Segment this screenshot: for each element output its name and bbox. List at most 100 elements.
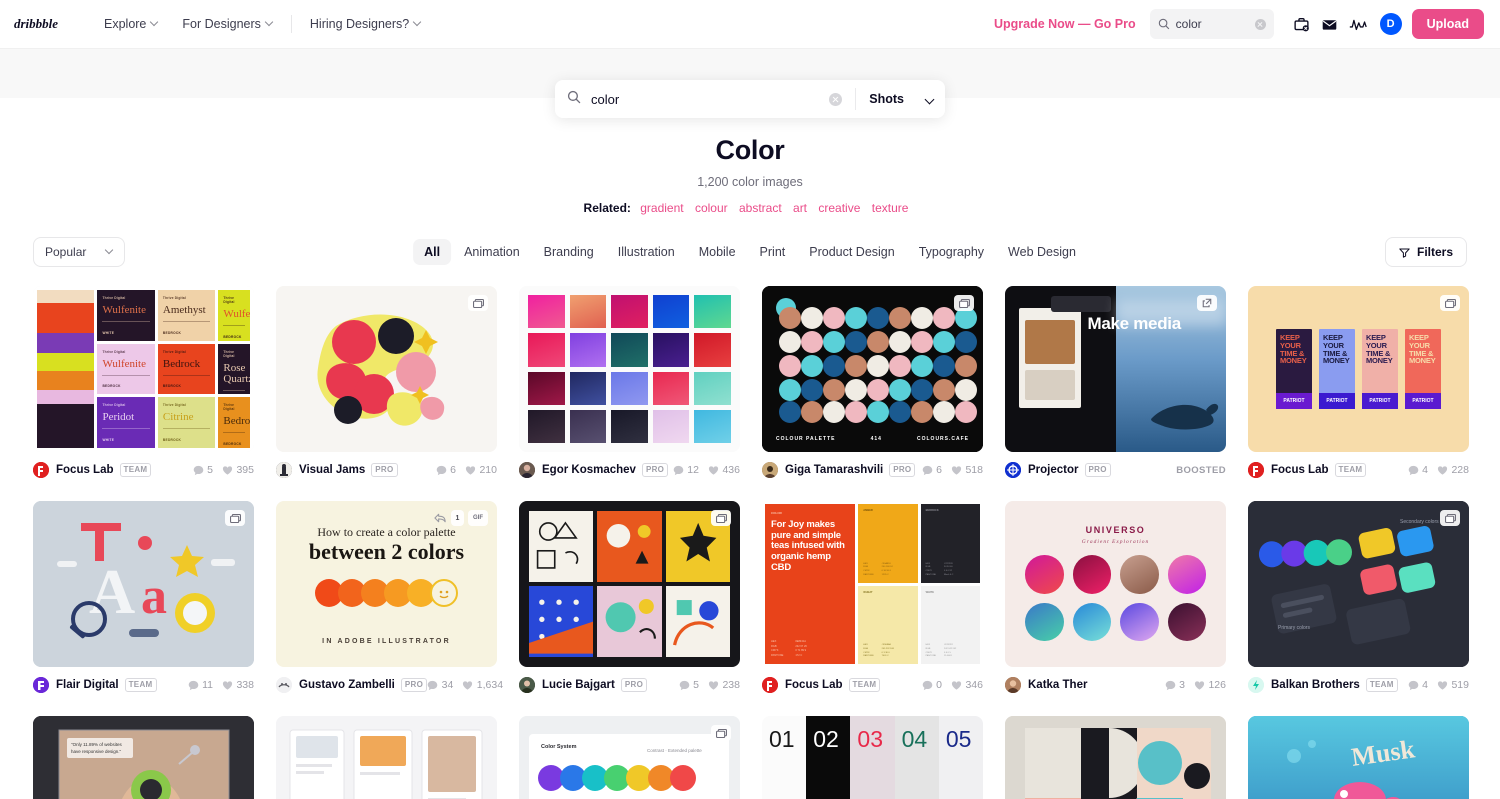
- header-search-clear-icon[interactable]: [1254, 18, 1266, 30]
- poster-footer: PATRIOT: [1276, 393, 1312, 409]
- shot-thumbnail[interactable]: Color System Contrast · Extended palette: [519, 716, 740, 799]
- upload-button[interactable]: Upload: [1411, 9, 1484, 39]
- whale-illustration: [1151, 403, 1219, 430]
- swatch-tag: BEDROCK: [162, 437, 182, 442]
- shot-thumbnail[interactable]: Musk: [1248, 716, 1469, 799]
- briefcase-icon[interactable]: [1288, 12, 1316, 36]
- dribbble-logo[interactable]: dribbble: [14, 13, 74, 35]
- activity-icon[interactable]: [1344, 12, 1372, 36]
- tab-animation[interactable]: Animation: [453, 239, 531, 265]
- artist-name[interactable]: Gustavo Zambelli: [299, 679, 395, 691]
- avatar[interactable]: [33, 462, 49, 478]
- tab-typography[interactable]: Typography: [908, 239, 995, 265]
- shot-thumbnail[interactable]: [276, 716, 497, 799]
- artist-name[interactable]: Giga Tamarashvili: [785, 464, 883, 476]
- nav-explore[interactable]: Explore: [92, 11, 170, 37]
- artist-name[interactable]: Focus Lab: [785, 679, 843, 691]
- related-tag-gradient[interactable]: gradient: [640, 201, 683, 215]
- shot-thumbnail[interactable]: Thrive Digital Wulfenite WHITE Thrive Di…: [33, 286, 254, 452]
- tab-product-design[interactable]: Product Design: [798, 239, 905, 265]
- comment-stat: 12: [673, 464, 699, 476]
- shot-thumbnail[interactable]: Secondary colors Primary colors: [1248, 501, 1469, 667]
- universo-title: UNIVERSO: [1085, 525, 1146, 535]
- artist-name[interactable]: Visual Jams: [299, 464, 365, 476]
- comment-count: 6: [936, 464, 942, 476]
- shot-thumbnail[interactable]: [519, 286, 740, 452]
- related-tag-art[interactable]: art: [793, 201, 807, 215]
- artist-name[interactable]: Focus Lab: [56, 464, 114, 476]
- search-type-label[interactable]: Shots: [869, 92, 904, 106]
- avatar[interactable]: [1248, 462, 1264, 478]
- shot-thumbnail[interactable]: COLOR For Joy makes pure and simple teas…: [762, 501, 983, 667]
- swatch-name: Wulfenite: [102, 304, 146, 316]
- nav-for-designers[interactable]: For Designers: [170, 11, 285, 37]
- shot-thumbnail[interactable]: A a: [33, 501, 254, 667]
- shot-thumbnail[interactable]: KEEP YOUR TIME & MONEY PATRIOT KEEP YOUR…: [1248, 286, 1469, 452]
- shot-thumbnail[interactable]: UNIVERSO Gradient Exploration: [1005, 501, 1226, 667]
- avatar[interactable]: [1248, 677, 1264, 693]
- tab-print[interactable]: Print: [749, 239, 797, 265]
- avatar[interactable]: [762, 677, 778, 693]
- shot-stats: 3 126: [1165, 679, 1226, 691]
- swatch-tag: WHITE: [102, 437, 115, 442]
- avatar[interactable]: [519, 462, 535, 478]
- upgrade-link[interactable]: Upgrade Now — Go Pro: [994, 17, 1136, 31]
- artist-name[interactable]: Focus Lab: [1271, 464, 1329, 476]
- main-search-bar[interactable]: color Shots: [555, 80, 945, 118]
- related-label: Related:: [583, 201, 631, 215]
- for-joy-layout: COLOR For Joy makes pure and simple teas…: [762, 501, 983, 667]
- avatar[interactable]: [519, 677, 535, 693]
- tab-mobile[interactable]: Mobile: [688, 239, 747, 265]
- header-search-box[interactable]: color: [1149, 9, 1274, 39]
- shot-thumbnail[interactable]: [1005, 716, 1226, 799]
- shot-thumbnail[interactable]: [276, 286, 497, 452]
- shot-thumbnail[interactable]: "Only 11.89% of websites have responsive…: [33, 716, 254, 799]
- like-stat: 210: [465, 464, 497, 476]
- tab-illustration[interactable]: Illustration: [607, 239, 686, 265]
- related-tag-abstract[interactable]: abstract: [739, 201, 782, 215]
- heart-icon: [465, 465, 476, 475]
- avatar[interactable]: [276, 677, 292, 693]
- shot-thumbnail[interactable]: 01 Black & White 02 White & Black 03 Red…: [762, 716, 983, 799]
- avatar[interactable]: [762, 462, 778, 478]
- palette-swatch: Thrive Digital Bedrock BEDROCK: [157, 343, 216, 395]
- avatar[interactable]: [1005, 462, 1021, 478]
- shot-thumbnail[interactable]: [519, 501, 740, 667]
- avatar[interactable]: [33, 677, 49, 693]
- palette-number: 04: [901, 726, 928, 752]
- related-tag-creative[interactable]: creative: [818, 201, 860, 215]
- nav-for-designers-label: For Designers: [182, 17, 261, 31]
- artist-name[interactable]: Katka Ther: [1028, 679, 1087, 691]
- swatch-brand: Thrive Digital: [223, 349, 235, 358]
- related-tag-colour[interactable]: colour: [695, 201, 728, 215]
- nav-hiring-designers[interactable]: Hiring Designers?: [298, 11, 433, 37]
- tab-branding[interactable]: Branding: [533, 239, 605, 265]
- poster: KEEP YOUR TIME & MONEY PATRIOT: [1319, 329, 1355, 409]
- search-input[interactable]: color: [591, 92, 829, 107]
- chevron-down-icon[interactable]: [926, 96, 933, 103]
- related-tag-texture[interactable]: texture: [872, 201, 909, 215]
- palette-number: 05: [945, 726, 972, 752]
- artist-name[interactable]: Flair Digital: [56, 679, 119, 691]
- shot-thumbnail[interactable]: How to create a color palette between 2 …: [276, 501, 497, 667]
- shot-stats: 4 228: [1408, 464, 1469, 476]
- heart-icon: [222, 465, 233, 475]
- like-count: 338: [236, 679, 254, 691]
- comment-count: 4: [1422, 464, 1428, 476]
- sort-dropdown[interactable]: Popular: [33, 237, 126, 267]
- avatar[interactable]: [1005, 677, 1021, 693]
- artist-name[interactable]: Projector: [1028, 464, 1079, 476]
- mail-icon[interactable]: [1316, 12, 1344, 36]
- tab-all[interactable]: All: [413, 239, 452, 265]
- artist-name[interactable]: Lucie Bajgart: [542, 679, 615, 691]
- shot-thumbnail[interactable]: Make media: [1005, 286, 1226, 452]
- clear-icon[interactable]: [829, 92, 843, 106]
- avatar[interactable]: [276, 462, 292, 478]
- tab-web-design[interactable]: Web Design: [997, 239, 1087, 265]
- photo-editor-artwork: "Only 11.89% of websites have responsive…: [33, 716, 254, 799]
- filters-button[interactable]: Filters: [1384, 237, 1467, 267]
- avatar[interactable]: D: [1379, 13, 1402, 35]
- artist-name[interactable]: Egor Kosmachev: [542, 464, 636, 476]
- artist-name[interactable]: Balkan Brothers: [1271, 679, 1360, 691]
- shot-thumbnail[interactable]: COLOUR PALETTE 414 COLOURS.CAFE: [762, 286, 983, 452]
